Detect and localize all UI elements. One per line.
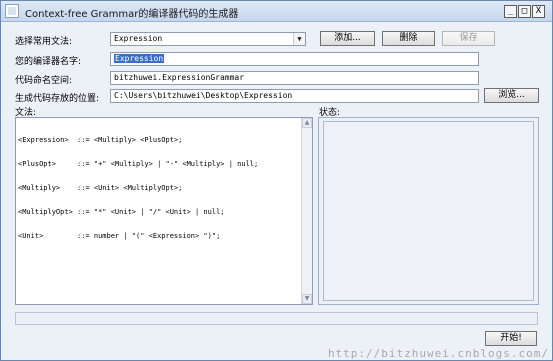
output-path-field[interactable]: C:\Users\bitzhuwei\Desktop\Expression bbox=[110, 89, 479, 103]
grammar-line: <Multiply> ::= <Unit> <MultiplyOpt>; bbox=[18, 184, 183, 192]
namespace-field[interactable]: bitzhuwei.ExpressionGrammar bbox=[110, 71, 479, 85]
grammar-line: <PlusOpt> ::= "+" <Multiply> | "-" <Mult… bbox=[18, 160, 259, 168]
watermark-text: http://bitzhuwei.cnblogs.com/ bbox=[327, 347, 549, 360]
maximize-button[interactable]: □ bbox=[518, 5, 531, 18]
grammar-line: <Expression> ::= <Multiply> <PlusOpt>; bbox=[18, 136, 183, 144]
scroll-down-arrow-icon[interactable]: ▼ bbox=[302, 294, 312, 304]
grammar-scrollbar[interactable]: ▲ ▼ bbox=[301, 118, 312, 304]
chevron-down-icon[interactable]: ▼ bbox=[293, 33, 305, 45]
app-window-icon bbox=[5, 4, 19, 18]
namespace-label: 代码命名空间: bbox=[15, 76, 73, 86]
title-bar[interactable]: Context-free Grammar的编译器代码的生成器 _ □ X bbox=[1, 1, 552, 22]
grammar-select-value: Expression bbox=[114, 34, 163, 43]
grammar-select[interactable]: Expression ▼ bbox=[110, 32, 306, 46]
output-path-label: 生成代码存放的位置: bbox=[15, 94, 100, 104]
grammar-select-label: 选择常用文法: bbox=[15, 37, 73, 47]
minimize-button[interactable]: _ bbox=[504, 5, 517, 18]
app-window: Context-free Grammar的编译器代码的生成器 _ □ X 选择常… bbox=[0, 0, 553, 361]
browse-button[interactable]: 浏览... bbox=[484, 88, 539, 103]
add-button[interactable]: 添加... bbox=[320, 31, 375, 46]
grammar-textarea[interactable]: <Expression> ::= <Multiply> <PlusOpt>; <… bbox=[15, 117, 313, 305]
grammar-line: <MultiplyOpt> ::= "*" <Unit> | "/" <Unit… bbox=[18, 208, 225, 216]
status-panel bbox=[318, 117, 539, 305]
delete-button[interactable]: 删除 bbox=[382, 31, 435, 46]
output-path-value: C:\Users\bitzhuwei\Desktop\Expression bbox=[114, 91, 293, 100]
compiler-name-value: Expression bbox=[114, 54, 165, 63]
grammar-code: <Expression> ::= <Multiply> <PlusOpt>; <… bbox=[18, 120, 300, 256]
start-button[interactable]: 开始! bbox=[485, 331, 537, 346]
save-button[interactable]: 保存 bbox=[442, 31, 495, 46]
scroll-up-arrow-icon[interactable]: ▲ bbox=[302, 118, 312, 128]
compiler-name-field[interactable]: Expression bbox=[110, 52, 479, 66]
status-output bbox=[323, 121, 534, 301]
window-title: Context-free Grammar的编译器代码的生成器 bbox=[25, 9, 239, 20]
progress-bar bbox=[15, 312, 538, 325]
grammar-line: <Unit> ::= number | "(" <Expression> ")"… bbox=[18, 232, 221, 240]
namespace-value: bitzhuwei.ExpressionGrammar bbox=[114, 73, 245, 82]
close-button[interactable]: X bbox=[532, 5, 545, 18]
compiler-name-label: 您的编译器名字: bbox=[15, 57, 82, 67]
